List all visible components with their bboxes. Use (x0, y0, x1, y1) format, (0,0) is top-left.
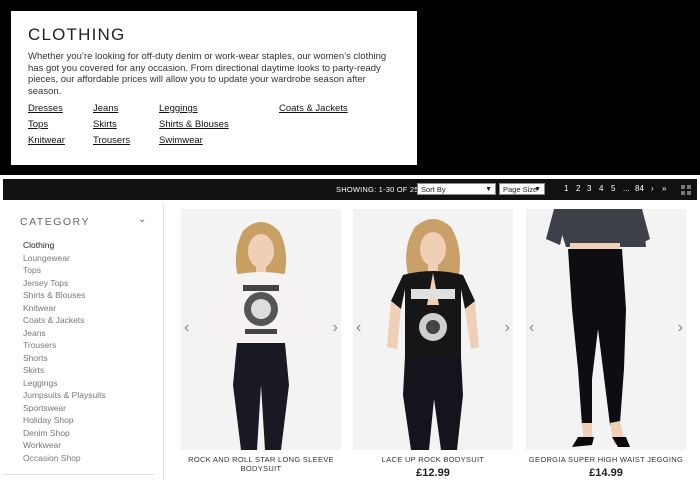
chevron-left-icon[interactable]: ‹ (529, 319, 534, 337)
sidebar-item-jumpsuits-playsuits[interactable]: Jumpsuits & Playsuits (23, 390, 106, 400)
product-card[interactable]: ‹ › ROCK AND ROLL STAR LONG SLEEVE BODYS… (181, 209, 341, 480)
page-title: CLOTHING (28, 25, 126, 44)
sort-by-select[interactable]: Sort By ▼ (417, 183, 496, 195)
sidebar-item-holiday-shop[interactable]: Holiday Shop (23, 415, 74, 425)
sidebar-item-denim-shop[interactable]: Denim Shop (23, 428, 70, 438)
page-link-84[interactable]: 84 (635, 184, 644, 193)
page-link-5[interactable]: 5 (611, 184, 615, 193)
sidebar-item-jersey-tops[interactable]: Jersey Tops (23, 278, 68, 288)
model-photo (526, 209, 686, 450)
category-link-skirts[interactable]: Skirts (93, 119, 117, 130)
hero-description: Whether you’re looking for off-duty deni… (28, 51, 387, 97)
next-page-link[interactable]: › (651, 184, 654, 193)
page-link-4[interactable]: 4 (599, 184, 603, 193)
sort-by-label: Sort By (421, 185, 446, 194)
grid-view-icon[interactable] (681, 185, 691, 195)
chevron-right-icon[interactable]: › (333, 319, 338, 337)
page-link-2[interactable]: 2 (576, 184, 580, 193)
hero-card: CLOTHING Whether you’re looking for off-… (11, 11, 417, 165)
category-link-shirts-blouses[interactable]: Shirts & Blouses (159, 119, 229, 130)
chevron-right-icon[interactable]: › (505, 319, 510, 337)
sidebar-item-tops[interactable]: Tops (23, 265, 41, 275)
category-link-dresses[interactable]: Dresses (28, 103, 63, 114)
product-price: £12.99 (416, 467, 450, 479)
sidebar-item-skirts[interactable]: Skirts (23, 365, 44, 375)
category-link-leggings[interactable]: Leggings (159, 103, 198, 114)
chevron-left-icon[interactable]: ‹ (184, 319, 189, 337)
product-card[interactable]: ‹ › LACE UP ROCK BODYSUIT £12.99 (353, 209, 513, 480)
chevron-down-icon[interactable]: ⌄ (138, 214, 146, 225)
sidebar-item-coats-jackets[interactable]: Coats & Jackets (23, 315, 84, 325)
product-image[interactable]: ‹ › (526, 209, 686, 450)
sidebar-item-occasion-shop[interactable]: Occasion Shop (23, 453, 81, 463)
sidebar-item-shirts-blouses[interactable]: Shirts & Blouses (23, 290, 85, 300)
category-link-swimwear[interactable]: Swimwear (159, 135, 203, 146)
last-page-link[interactable]: » (662, 184, 666, 193)
sidebar-item-clothing[interactable]: Clothing (23, 240, 54, 250)
sidebar-item-knitwear[interactable]: Knitwear (23, 303, 56, 313)
page-ellipsis: ... (623, 184, 630, 193)
product-image[interactable]: ‹ › (353, 209, 513, 450)
page-link-3[interactable]: 3 (587, 184, 591, 193)
sidebar-item-jeans[interactable]: Jeans (23, 328, 46, 338)
category-sidebar: CATEGORY ⌄ Clothing Loungewear Tops Jers… (3, 204, 164, 480)
category-link-knitwear[interactable]: Knitwear (28, 135, 65, 146)
sidebar-item-shorts[interactable]: Shorts (23, 353, 48, 363)
model-photo (181, 209, 341, 450)
product-image[interactable]: ‹ › (181, 209, 341, 450)
listing-toolbar: SHOWING: 1-30 OF 2517 Sort By ▼ Page Siz… (3, 179, 697, 200)
sidebar-item-trousers[interactable]: Trousers (23, 340, 56, 350)
sidebar-divider (3, 474, 155, 475)
product-card[interactable]: ‹ › GEORGIA SUPER HIGH WAIST JEGGING £14… (526, 209, 686, 480)
model-photo (353, 209, 513, 450)
chevron-left-icon[interactable]: ‹ (356, 319, 361, 337)
product-price: £14.99 (589, 467, 623, 479)
product-name[interactable]: GEORGIA SUPER HIGH WAIST JEGGING (526, 455, 686, 464)
sidebar-item-workwear[interactable]: Workwear (23, 440, 61, 450)
chevron-down-icon: ▼ (485, 186, 492, 193)
chevron-right-icon[interactable]: › (678, 319, 683, 337)
sidebar-item-sportswear[interactable]: Sportswear (23, 403, 66, 413)
page-size-select[interactable]: Page Size ▼ (499, 183, 545, 195)
sidebar-item-loungewear[interactable]: Loungewear (23, 253, 70, 263)
page-link-1[interactable]: 1 (564, 184, 568, 193)
sidebar-heading: CATEGORY (20, 216, 90, 228)
category-link-coats-jackets[interactable]: Coats & Jackets (279, 103, 348, 114)
category-link-jeans[interactable]: Jeans (93, 103, 118, 114)
sidebar-item-leggings[interactable]: Leggings (23, 378, 58, 388)
page-size-label: Page Size (503, 185, 538, 194)
product-name[interactable]: ROCK AND ROLL STAR LONG SLEEVE BODYSUIT (181, 455, 341, 473)
product-name[interactable]: LACE UP ROCK BODYSUIT (353, 455, 513, 464)
results-count: SHOWING: 1-30 OF 2517 (336, 185, 428, 194)
chevron-down-icon: ▼ (534, 186, 541, 193)
category-link-tops[interactable]: Tops (28, 119, 48, 130)
category-link-trousers[interactable]: Trousers (93, 135, 130, 146)
hero-banner: CLOTHING Whether you’re looking for off-… (0, 0, 700, 175)
